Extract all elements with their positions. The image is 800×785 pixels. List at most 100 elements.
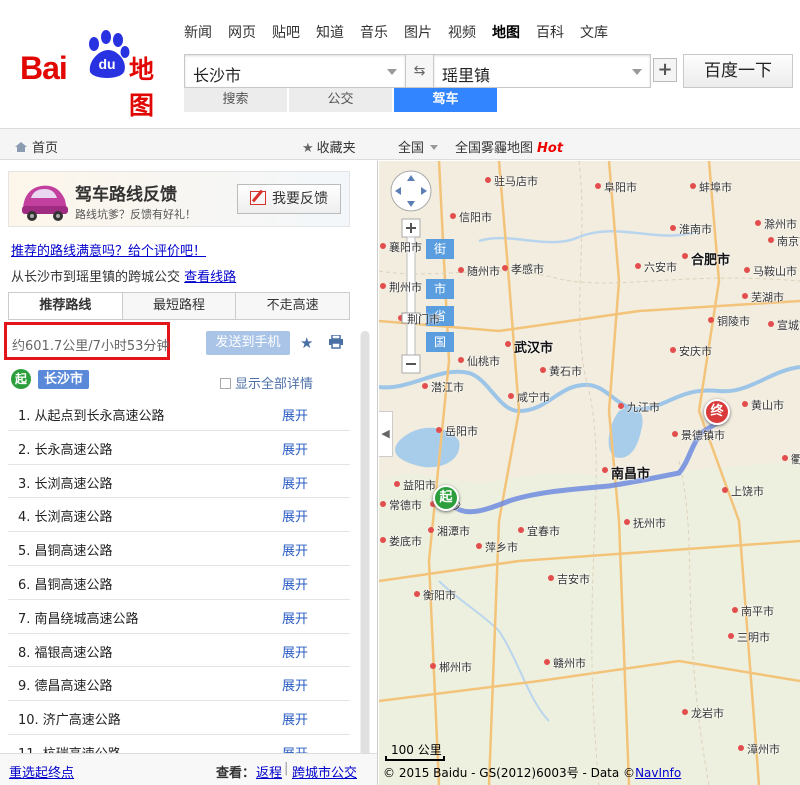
city-label[interactable]: 衢州市 xyxy=(791,451,800,467)
city-label[interactable]: 萍乡市 xyxy=(485,539,518,555)
route-start-marker[interactable]: 起 xyxy=(433,485,459,511)
city-label[interactable]: 景德镇市 xyxy=(681,427,725,443)
expand-link[interactable]: 展开 xyxy=(282,675,308,694)
city-label[interactable]: 孝感市 xyxy=(511,261,544,277)
list-item[interactable]: 5. 昌铜高速公路 展开 xyxy=(8,532,350,566)
city-label[interactable]: 武汉市 xyxy=(514,337,553,356)
expand-link[interactable]: 展开 xyxy=(282,608,308,627)
zoom-city-button[interactable]: 市 xyxy=(426,279,454,299)
city-label[interactable]: 黄山市 xyxy=(751,397,784,413)
nav-zhidao[interactable]: 知道 xyxy=(316,22,344,42)
city-label[interactable]: 南京市 xyxy=(777,233,800,249)
rate-route-link[interactable]: 推荐的路线满意吗？给个评价吧！ xyxy=(11,240,206,259)
city-label[interactable]: 随州市 xyxy=(467,263,500,279)
nav-images[interactable]: 图片 xyxy=(404,22,432,42)
city-label[interactable]: 六安市 xyxy=(644,259,677,275)
scrollbar-thumb[interactable] xyxy=(361,331,369,771)
navinfo-link[interactable]: NavInfo xyxy=(635,766,681,780)
city-label[interactable]: 安庆市 xyxy=(679,343,712,359)
city-label[interactable]: 襄阳市 xyxy=(389,239,422,255)
city-label[interactable]: 滁州市 xyxy=(764,216,797,232)
checkbox-icon[interactable] xyxy=(220,378,231,389)
origin-input[interactable]: 长沙市 xyxy=(184,54,406,88)
nav-web[interactable]: 网页 xyxy=(228,22,256,42)
reselect-endpoints-link[interactable]: 重选起终点 xyxy=(9,762,74,781)
city-label[interactable]: 潜江市 xyxy=(431,379,464,395)
list-item[interactable]: 9. 德昌高速公路 展开 xyxy=(8,667,350,702)
expand-link[interactable]: 展开 xyxy=(282,506,308,525)
city-label[interactable]: 驻马店市 xyxy=(494,173,538,189)
city-label[interactable]: 芜湖市 xyxy=(751,289,784,305)
city-label[interactable]: 阜阳市 xyxy=(604,179,637,195)
city-label[interactable]: 荆州市 xyxy=(389,279,422,295)
show-all-details-checkbox[interactable]: 显示全部详情 xyxy=(220,373,313,392)
city-label[interactable]: 信阳市 xyxy=(459,209,492,225)
collapse-panel-button[interactable]: ◀ xyxy=(379,411,393,457)
city-label[interactable]: 赣州市 xyxy=(553,655,586,671)
city-label[interactable]: 仙桃市 xyxy=(467,353,500,369)
list-item[interactable]: 4. 长浏高速公路 展开 xyxy=(8,498,350,533)
city-label[interactable]: 九江市 xyxy=(627,399,660,415)
city-label[interactable]: 三明市 xyxy=(737,629,770,645)
city-label[interactable]: 蚌埠市 xyxy=(699,179,732,195)
zoom-country-button[interactable]: 国 xyxy=(426,332,454,352)
nav-baike[interactable]: 百科 xyxy=(536,22,564,42)
expand-link[interactable]: 展开 xyxy=(282,405,308,424)
add-waypoint-button[interactable]: + xyxy=(653,58,677,82)
swap-button[interactable]: ⇆ xyxy=(406,54,433,88)
city-label[interactable]: 娄底市 xyxy=(389,533,422,549)
baidu-logo[interactable]: Bai du 地图 xyxy=(16,30,176,120)
city-label[interactable]: 黄石市 xyxy=(549,363,582,379)
intercity-bus-link[interactable]: 跨城市公交 xyxy=(292,762,357,781)
city-label[interactable]: 荆门市 xyxy=(407,311,440,327)
tab-bus[interactable]: 公交 xyxy=(289,88,392,112)
list-item[interactable]: 8. 福银高速公路 展开 xyxy=(8,634,350,668)
expand-link[interactable]: 展开 xyxy=(282,473,308,492)
list-item[interactable]: 1. 从起点到长永高速公路 展开 xyxy=(8,397,350,431)
destination-input[interactable]: 瑶里镇 xyxy=(433,54,651,88)
list-item[interactable]: 2. 长永高速公路 展开 xyxy=(8,431,350,465)
send-to-phone-button[interactable]: 发送到手机 xyxy=(206,331,290,355)
city-label[interactable]: 铜陵市 xyxy=(717,313,750,329)
city-label[interactable]: 常德市 xyxy=(389,497,422,513)
smog-map-link[interactable]: 全国雾霾地图 Hot xyxy=(455,137,563,156)
zoom-street-button[interactable]: 街 xyxy=(426,239,454,259)
city-label[interactable]: 岳阳市 xyxy=(445,423,478,439)
city-label[interactable]: 郴州市 xyxy=(439,659,472,675)
list-item[interactable]: 3. 长浏高速公路 展开 xyxy=(8,465,350,499)
list-item[interactable]: 7. 南昌绕城高速公路 展开 xyxy=(8,600,350,634)
city-label[interactable]: 淮南市 xyxy=(679,221,712,237)
map-canvas[interactable]: 街 市 省 国 驻马店市阜阳市蚌埠市信阳市淮南市滁州市南京市六安市合肥市马鞍山市… xyxy=(379,161,800,785)
nav-tieba[interactable]: 贴吧 xyxy=(272,22,300,42)
tab-recommended[interactable]: 推荐路线 xyxy=(9,293,122,319)
chevron-down-icon[interactable] xyxy=(387,69,397,75)
city-label[interactable]: 漳州市 xyxy=(747,741,780,757)
region-select[interactable]: 全国 xyxy=(398,137,439,156)
city-label[interactable]: 龙岩市 xyxy=(691,705,724,721)
panel-scrollbar[interactable] xyxy=(360,331,370,771)
home-link[interactable]: 首页 xyxy=(14,137,58,156)
expand-link[interactable]: 展开 xyxy=(282,540,308,559)
tab-search[interactable]: 搜索 xyxy=(184,88,287,112)
star-icon[interactable]: ★ xyxy=(300,334,313,352)
list-item[interactable]: 10. 济广高速公路 展开 xyxy=(8,701,350,735)
list-item[interactable]: 6. 昌铜高速公路 展开 xyxy=(8,566,350,600)
favorites-link[interactable]: ★ 收藏夹 xyxy=(302,137,356,156)
expand-link[interactable]: 展开 xyxy=(282,642,308,661)
city-label[interactable]: 益阳市 xyxy=(403,477,436,493)
city-label[interactable]: 上饶市 xyxy=(731,483,764,499)
view-bus-route-link[interactable]: 查看线路 xyxy=(184,270,236,285)
nav-map[interactable]: 地图 xyxy=(492,22,520,42)
nav-music[interactable]: 音乐 xyxy=(360,22,388,42)
nav-wenku[interactable]: 文库 xyxy=(580,22,608,42)
tab-no-highway[interactable]: 不走高速 xyxy=(235,293,350,319)
city-label[interactable]: 宣城市 xyxy=(777,317,800,333)
tab-drive[interactable]: 驾车 xyxy=(394,88,497,112)
printer-icon[interactable] xyxy=(328,335,344,349)
nav-video[interactable]: 视频 xyxy=(448,22,476,42)
route-end-marker[interactable]: 终 xyxy=(704,399,730,425)
city-label[interactable]: 宜春市 xyxy=(527,523,560,539)
city-label[interactable]: 衡阳市 xyxy=(423,587,456,603)
city-label[interactable]: 咸宁市 xyxy=(517,389,550,405)
expand-link[interactable]: 展开 xyxy=(282,709,308,728)
